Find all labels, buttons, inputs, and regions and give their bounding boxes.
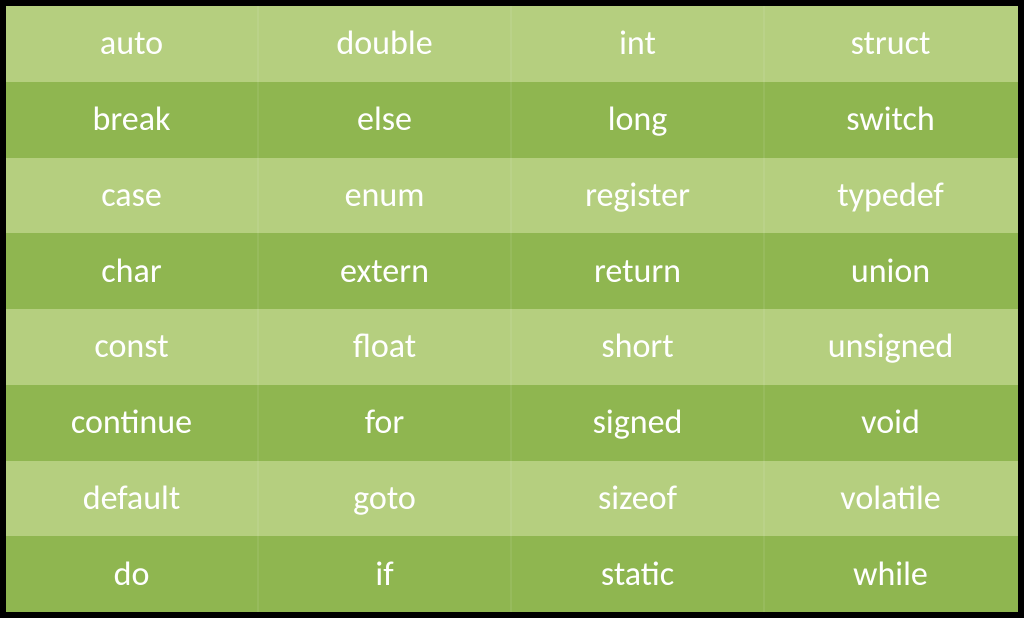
keyword-cell: continue: [6, 385, 259, 461]
keyword-cell: int: [512, 6, 765, 82]
table-row: default goto sizeof volatile: [6, 461, 1018, 537]
table-row: char extern return union: [6, 233, 1018, 309]
keyword-cell: default: [6, 461, 259, 537]
keyword-cell: void: [765, 385, 1018, 461]
keyword-cell: long: [512, 82, 765, 158]
keyword-cell: struct: [765, 6, 1018, 82]
keywords-table-container: auto double int struct break else long s…: [3, 3, 1021, 615]
keyword-cell: unsigned: [765, 309, 1018, 385]
keyword-cell: signed: [512, 385, 765, 461]
keyword-cell: extern: [259, 233, 512, 309]
keyword-cell: if: [259, 536, 512, 612]
keyword-cell: double: [259, 6, 512, 82]
keyword-cell: typedef: [765, 158, 1018, 234]
table-row: auto double int struct: [6, 6, 1018, 82]
keyword-cell: goto: [259, 461, 512, 537]
keyword-cell: short: [512, 309, 765, 385]
keyword-cell: switch: [765, 82, 1018, 158]
keyword-cell: sizeof: [512, 461, 765, 537]
keyword-cell: break: [6, 82, 259, 158]
keyword-cell: case: [6, 158, 259, 234]
table-row: const float short unsigned: [6, 309, 1018, 385]
keyword-cell: do: [6, 536, 259, 612]
keyword-cell: else: [259, 82, 512, 158]
keyword-cell: union: [765, 233, 1018, 309]
keyword-cell: return: [512, 233, 765, 309]
table-row: do if static while: [6, 536, 1018, 612]
keyword-cell: enum: [259, 158, 512, 234]
keyword-cell: char: [6, 233, 259, 309]
table-row: continue for signed void: [6, 385, 1018, 461]
table-row: case enum register typedef: [6, 158, 1018, 234]
keyword-cell: while: [765, 536, 1018, 612]
keyword-cell: float: [259, 309, 512, 385]
keyword-cell: register: [512, 158, 765, 234]
keywords-table: auto double int struct break else long s…: [6, 6, 1018, 612]
keyword-cell: for: [259, 385, 512, 461]
keyword-cell: auto: [6, 6, 259, 82]
keyword-cell: static: [512, 536, 765, 612]
keyword-cell: const: [6, 309, 259, 385]
table-row: break else long switch: [6, 82, 1018, 158]
keyword-cell: volatile: [765, 461, 1018, 537]
